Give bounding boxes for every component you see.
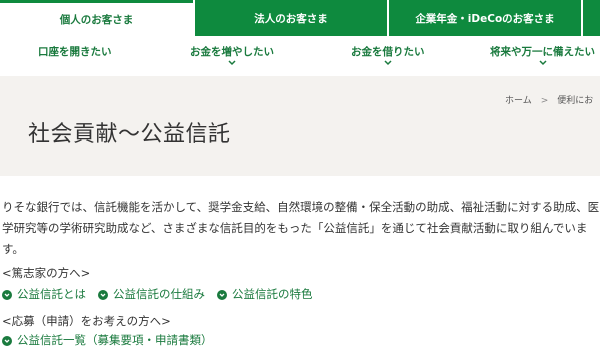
donor-section-heading: <篤志家の方へ> xyxy=(2,266,91,280)
subnav-open-account[interactable]: 口座を開きたい xyxy=(38,45,112,73)
link-label: 公益信託とは xyxy=(17,287,86,301)
donor-links: 公益信託とは 公益信託の仕組み 公益信託の特色 xyxy=(2,286,325,302)
chevron-circle-icon xyxy=(2,335,12,346)
subnav-label: お金を増やしたい xyxy=(190,46,274,58)
applicant-section-heading: <応募（申請）をお考えの方へ> xyxy=(2,314,171,328)
link-label: 公益信託の仕組み xyxy=(113,287,205,301)
tab-corporate[interactable]: 法人のお客さま xyxy=(193,0,387,36)
top-navigation: 個人のお客さま 法人のお客さま 企業年金・iDeCoのお客さま xyxy=(0,0,600,36)
chevron-down-icon xyxy=(190,59,274,71)
tab-pension-ideco[interactable]: 企業年金・iDeCoのお客さま xyxy=(387,0,581,36)
intro-paragraph: りそな銀行では、信託機能を活かして、奨学金支給、自然環境の整備・保全活動の助成、… xyxy=(2,200,600,256)
link-public-trust-list[interactable]: 公益信託一覧（募集要項・申請書類） xyxy=(2,332,213,348)
link-public-trust-features[interactable]: 公益信託の特色 xyxy=(217,286,313,302)
subnav-label: お金を借りたい xyxy=(351,46,425,58)
chevron-circle-icon xyxy=(98,289,108,300)
subnav-label: 将来や万一に備えたい xyxy=(490,46,595,58)
page-title: 社会貢献～公益信託 xyxy=(28,122,231,147)
link-label: 公益信託の特色 xyxy=(232,287,313,301)
sub-navigation: 口座を開きたい お金を増やしたい お金を借りたい 将来や万一に備えたい xyxy=(0,36,600,76)
chevron-down-icon xyxy=(490,59,595,71)
tab-more[interactable] xyxy=(581,0,600,36)
link-label: 公益信託一覧（募集要項・申請書類） xyxy=(17,333,213,347)
chevron-circle-icon xyxy=(217,289,227,300)
link-public-trust-mechanism[interactable]: 公益信託の仕組み xyxy=(98,286,205,302)
breadcrumb-home[interactable]: ホーム xyxy=(505,96,532,106)
subnav-prepare-future[interactable]: 将来や万一に備えたい xyxy=(490,45,595,73)
chevron-down-icon xyxy=(351,59,425,71)
link-what-is-public-trust[interactable]: 公益信託とは xyxy=(2,286,86,302)
tab-personal[interactable]: 個人のお客さま xyxy=(0,0,193,36)
breadcrumb-separator: > xyxy=(540,96,549,106)
subnav-increase-money[interactable]: お金を増やしたい xyxy=(190,45,274,73)
breadcrumb-current[interactable]: 便利にお xyxy=(557,96,593,106)
chevron-circle-icon xyxy=(2,289,12,300)
breadcrumb: ホーム > 便利にお xyxy=(505,93,593,106)
subnav-borrow-money[interactable]: お金を借りたい xyxy=(351,45,425,73)
subnav-label: 口座を開きたい xyxy=(38,46,112,58)
